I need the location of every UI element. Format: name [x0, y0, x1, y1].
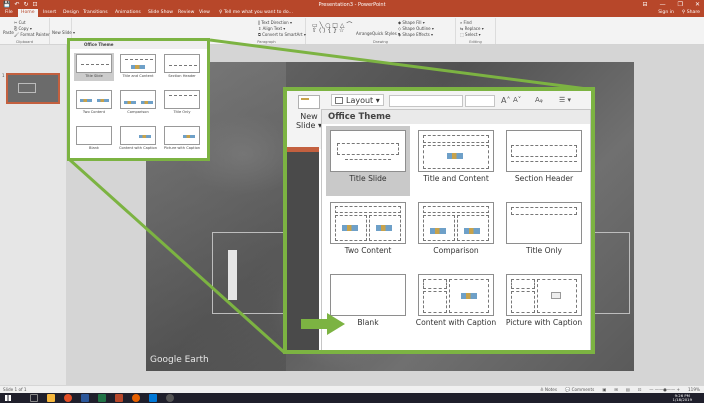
drawing-group: ▭ ╲ ○ □ △ ⌒ ⇧ ⟨ ⟩ { } ☆ Arrange Quick St… [306, 18, 456, 44]
layout-button[interactable]: Layout ▾ [331, 94, 384, 106]
close-icon[interactable]: ✕ [695, 0, 700, 9]
shape-effects-button[interactable]: ◈ Shape Effects ▾ [398, 32, 433, 37]
layout-title-slide[interactable]: Title Slide [326, 126, 410, 196]
paste-button[interactable]: Paste [3, 30, 14, 35]
copy-button[interactable]: ⎘ Copy ▾ [14, 26, 32, 31]
editing-group: ⌕ Find ⇆ Replace ▾ ⬚ Select ▾ Editing [456, 18, 496, 44]
mini-layout-blank[interactable]: Blank [74, 125, 114, 153]
clipboard-group-label: Clipboard [15, 40, 34, 44]
restore-icon[interactable]: ❐ [678, 0, 683, 9]
taskbar-apps [30, 394, 174, 402]
mini-layout-title-slide[interactable]: Title Slide [74, 53, 114, 81]
powerpoint-icon[interactable] [115, 394, 123, 402]
editing-group-label: Editing [469, 40, 482, 44]
font-name-box[interactable] [389, 95, 463, 107]
clear-formatting-icon[interactable]: Aᵩ [535, 96, 543, 104]
firefox-icon[interactable] [132, 394, 140, 402]
title-bar: 💾 ↶ ↻ ⊡ Presentation3 - PowerPoint ⊟ — ❐… [0, 0, 704, 9]
clipboard-group: Paste ✂ Cut ⎘ Copy ▾ 🖌 Format Painter Cl… [0, 18, 50, 44]
word-icon[interactable] [81, 394, 89, 402]
tab-file[interactable]: File [2, 9, 16, 17]
ribbon-tabs: File Home Insert Design Transitions Anim… [0, 9, 704, 17]
sign-in-link[interactable]: Sign in [658, 9, 674, 17]
font-size-box[interactable] [465, 95, 495, 107]
windows-start-icon[interactable] [5, 395, 11, 401]
slide-thumbnail[interactable] [6, 73, 60, 104]
slide-number: 1 [2, 73, 5, 78]
replace-button[interactable]: ⇆ Replace ▾ [460, 26, 484, 31]
layout-title-only[interactable]: Title Only [502, 198, 586, 268]
convert-smartart-button[interactable]: ⧉ Convert to SmartArt ▾ [258, 32, 306, 37]
grow-font-icon[interactable]: A˄ [501, 96, 510, 105]
layout-content-with-caption[interactable]: Content with Caption [414, 270, 498, 340]
quick-styles-button[interactable]: Quick Styles ▾ [372, 31, 400, 36]
format-painter-button[interactable]: 🖌 Format Painter [14, 32, 50, 37]
chrome-icon[interactable] [64, 394, 72, 402]
mini-layout-two-content[interactable]: Two Content [74, 89, 114, 117]
tab-design[interactable]: Design [60, 9, 82, 17]
tab-slide-show[interactable]: Slide Show [145, 9, 176, 17]
google-earth-attribution: Google Earth [150, 355, 209, 365]
layout-comparison[interactable]: Comparison [414, 198, 498, 268]
slide-count: Slide 1 of 1 [3, 387, 27, 392]
gallery-header: Office Theme [322, 110, 590, 124]
minimize-icon[interactable]: — [660, 0, 666, 9]
system-clock[interactable]: 9:26 PM 1/18/2019 [673, 393, 692, 403]
align-text-button[interactable]: ⇕ Align Text ▾ [258, 26, 285, 31]
mini-layout-content-caption[interactable]: Content with Caption [118, 125, 158, 153]
tab-home[interactable]: Home [18, 9, 38, 17]
layout-section-header[interactable]: Section Header [502, 126, 586, 196]
window-controls: ⊟ — ❐ ✕ [643, 0, 700, 9]
share-button[interactable]: ⚲ Share [682, 9, 700, 17]
mini-layout-picture-caption[interactable]: Picture with Caption [162, 125, 202, 153]
layout-title-and-content[interactable]: Title and Content [414, 126, 498, 196]
new-slide-icon [298, 95, 320, 109]
outlook-icon[interactable] [149, 394, 157, 402]
text-direction-button[interactable]: ‖ Text Direction ▾ [258, 20, 292, 25]
excel-icon[interactable] [98, 394, 106, 402]
bullets-icon[interactable]: ☰ ▾ [559, 96, 571, 104]
thumbnail-placeholder [18, 83, 36, 93]
select-button[interactable]: ⬚ Select ▾ [460, 32, 481, 37]
tab-view[interactable]: View [196, 9, 213, 17]
shape-outline-button[interactable]: ◇ Shape Outline ▾ [398, 26, 434, 31]
layout-two-content[interactable]: Two Content [326, 198, 410, 268]
paragraph-group: ‖ Text Direction ▾ ⇕ Align Text ▾ ⧉ Conv… [228, 18, 306, 44]
search-icon[interactable] [30, 394, 38, 402]
tab-transitions[interactable]: Transitions [80, 9, 111, 17]
mini-layout-title-content[interactable]: Title and Content [118, 53, 158, 81]
slide-thumbnail-pane: 1 [0, 45, 66, 385]
tab-animations[interactable]: Animations [112, 9, 144, 17]
pointer-arrow-icon [301, 313, 345, 335]
tab-review[interactable]: Review [175, 9, 197, 17]
mini-gallery-header: Office Theme [70, 41, 207, 49]
mini-layout-title-only[interactable]: Title Only [162, 89, 202, 117]
shrink-font-icon[interactable]: A˅ [513, 96, 521, 104]
layout-dropdown-small: Office Theme Title Slide Title and Conte… [67, 38, 210, 161]
layout-gallery: Office Theme Title Slide Title and Conte… [321, 109, 591, 350]
shape-fill-button[interactable]: ◆ Shape Fill ▾ [398, 20, 425, 25]
find-button[interactable]: ⌕ Find [460, 20, 472, 25]
arrange-button[interactable]: Arrange [356, 31, 372, 36]
layout-icon [335, 96, 343, 104]
mini-layout-section-header[interactable]: Section Header [162, 53, 202, 81]
zoomed-layout-callout: New Slide ▾ Layout ▾ A˄ A˅ Aᵩ ☰ ▾ Office… [283, 87, 595, 354]
layout-picture-with-caption[interactable]: Picture with Caption [502, 270, 586, 340]
new-slide-button[interactable]: New Slide ▾ [52, 30, 75, 35]
ribbon-display-icon[interactable]: ⊟ [643, 0, 648, 9]
tab-insert[interactable]: Insert [40, 9, 59, 17]
cut-button[interactable]: ✂ Cut [14, 20, 26, 25]
shapes-gallery-row2[interactable]: ⇧ ⟨ ⟩ { } ☆ [312, 27, 344, 34]
powerpoint-window: 💾 ↶ ↻ ⊡ Presentation3 - PowerPoint ⊟ — ❐… [0, 0, 704, 403]
windows-taskbar: 9:26 PM 1/18/2019 [0, 393, 704, 403]
status-bar: Slide 1 of 1 ≜ Notes 💬 Comments ▣ ⊞ ▤ ⊡ … [0, 385, 704, 393]
drawing-group-label: Drawing [373, 40, 388, 44]
mini-layout-comparison[interactable]: Comparison [118, 89, 158, 117]
app-icon[interactable] [166, 394, 174, 402]
window-title: Presentation3 - PowerPoint [318, 1, 386, 8]
paragraph-group-label: Paragraph [257, 40, 276, 44]
file-explorer-icon[interactable] [47, 394, 55, 402]
tell-me-search[interactable]: ♀ Tell me what you want to do... [216, 9, 296, 17]
